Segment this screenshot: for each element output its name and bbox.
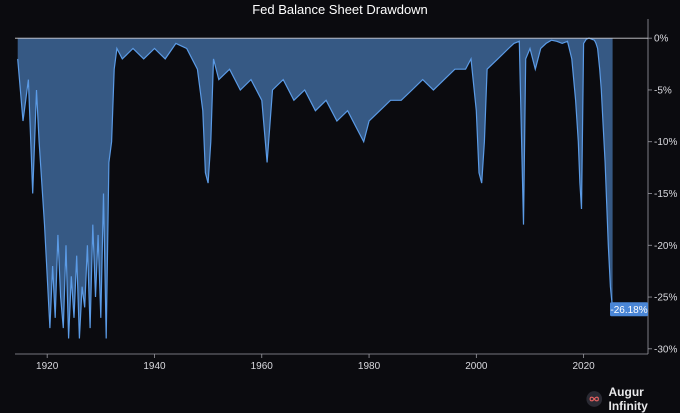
- y-tick-label: -15%: [654, 189, 677, 200]
- y-tick-label: -30%: [654, 344, 677, 355]
- chart-plot: 1920 1940 1960 1980 2000 2020 0% -5% -10% -15% -20…: [0, 0, 680, 411]
- brand-name: Augur Infinity: [609, 385, 680, 413]
- x-tick-label: 1920: [36, 361, 59, 372]
- last-value-badge: -26.18%: [610, 302, 648, 316]
- infinity-logo-icon: [586, 390, 603, 408]
- last-value-label: -26.18%: [610, 305, 647, 316]
- x-tick-label: 1980: [358, 361, 381, 372]
- y-tick-label: 0%: [654, 34, 669, 45]
- y-tick-label: -25%: [654, 293, 677, 304]
- y-tick-label: -5%: [654, 85, 672, 96]
- y-tick-label: -20%: [654, 241, 677, 252]
- x-tick-label: 1960: [251, 361, 274, 372]
- chart-container: Fed Balance Sheet Drawdown 1920194019601…: [0, 0, 680, 411]
- brand: Augur Infinity: [586, 385, 680, 413]
- x-tick-label: 2020: [573, 361, 596, 372]
- x-tick-label: 2000: [465, 361, 488, 372]
- x-tick-label: 1940: [143, 361, 166, 372]
- y-tick-label: -10%: [654, 137, 677, 148]
